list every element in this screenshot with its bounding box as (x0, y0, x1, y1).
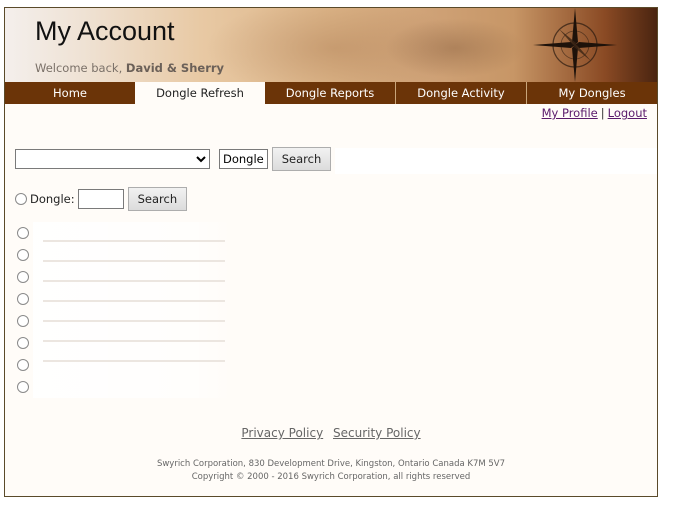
dongle-label: Dongle: (30, 192, 75, 206)
tab-dongle-activity[interactable]: Dongle Activity (395, 82, 526, 104)
map-texture (385, 18, 525, 78)
logout-link[interactable]: Logout (608, 106, 647, 120)
copyright: Copyright © 2000 - 2016 Swyrich Corporat… (191, 472, 471, 482)
dongle-input[interactable] (77, 189, 124, 209)
tab-my-dongles[interactable]: My Dongles (526, 82, 657, 104)
redacted-options (33, 222, 233, 398)
tab-home[interactable]: Home (5, 82, 135, 104)
company-address: Swyrich Corporation, 830 Development Dri… (156, 459, 506, 469)
dongle-radio[interactable] (15, 193, 27, 205)
option-radio[interactable] (17, 359, 29, 371)
page-frame: My Account Welcome back, David & Sherry … (4, 7, 658, 497)
footer-address: Swyrich Corporation, 830 Development Dri… (5, 458, 657, 484)
option-radio[interactable] (17, 293, 29, 305)
tab-dongle-refresh[interactable]: Dongle Refresh (135, 82, 265, 104)
dongle-search-row: Dongle: Search (15, 187, 188, 211)
link-separator: | (600, 106, 605, 120)
header-banner: My Account Welcome back, David & Sherry (5, 8, 657, 82)
welcome-message: Welcome back, David & Sherry (35, 61, 224, 75)
account-select[interactable] (15, 149, 210, 169)
option-radio-list (17, 222, 29, 398)
option-radio[interactable] (17, 271, 29, 283)
welcome-prefix: Welcome back, (35, 61, 126, 75)
security-policy-link[interactable]: Security Policy (333, 426, 421, 440)
search-type-label[interactable]: Dongle (219, 149, 268, 169)
user-name: David & Sherry (125, 61, 225, 75)
tab-dongle-reports[interactable]: Dongle Reports (265, 82, 395, 104)
option-radio[interactable] (17, 315, 29, 327)
user-links: My Profile | Logout (542, 106, 647, 120)
privacy-policy-link[interactable]: Privacy Policy (241, 426, 323, 440)
option-radio[interactable] (17, 249, 29, 261)
main-nav: Home Dongle Refresh Dongle Reports Dongl… (5, 82, 657, 104)
option-radio[interactable] (17, 337, 29, 349)
redacted-area (335, 148, 657, 174)
dongle-search-button[interactable]: Search (127, 187, 188, 211)
option-radio[interactable] (17, 227, 29, 239)
search-button[interactable]: Search (271, 147, 332, 171)
search-row: Dongle Search (15, 147, 332, 171)
compass-rose-icon (533, 8, 617, 82)
footer-links: Privacy Policy Security Policy (5, 426, 657, 440)
option-radio[interactable] (17, 381, 29, 393)
my-profile-link[interactable]: My Profile (542, 106, 598, 120)
page-title: My Account (35, 16, 175, 46)
